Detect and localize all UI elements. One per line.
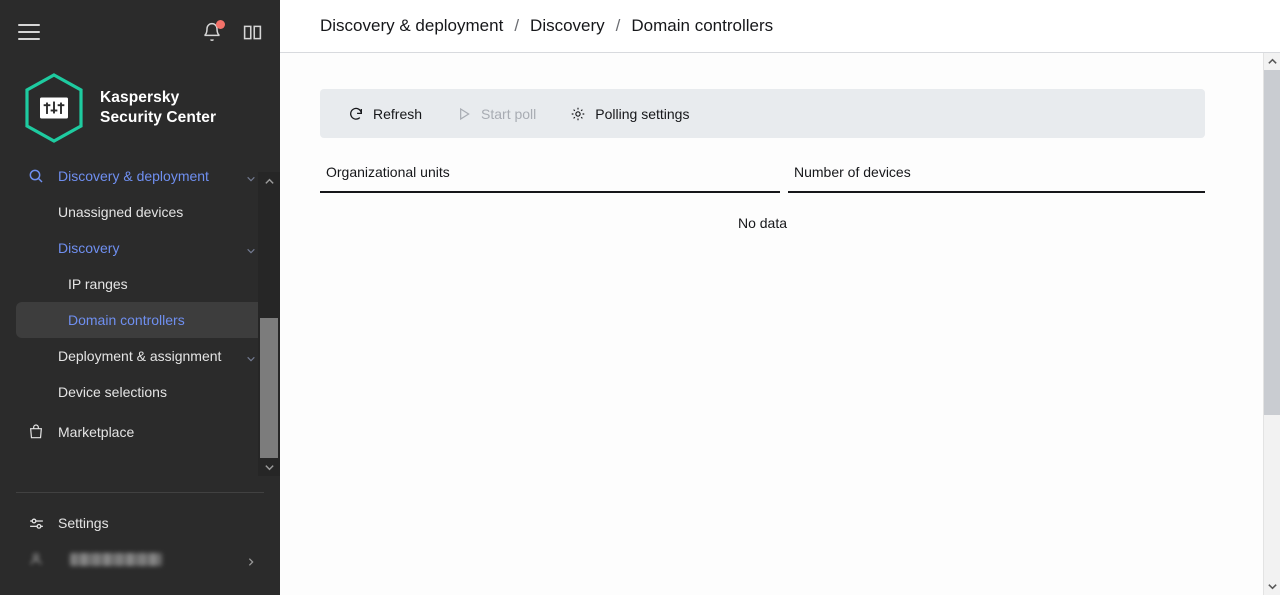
refresh-button[interactable]: Refresh: [338, 98, 432, 130]
start-poll-button: Start poll: [446, 98, 546, 130]
column-header-number-of-devices[interactable]: Number of devices: [788, 154, 1205, 193]
chevron-up-icon[interactable]: [1264, 53, 1280, 70]
chevron-down-icon: [246, 351, 256, 362]
product-name-line2: Security Center: [100, 109, 217, 126]
search-icon: [26, 168, 46, 184]
sidebar-item-device-selections[interactable]: Device selections: [16, 374, 264, 410]
notification-badge: [216, 20, 225, 29]
page-scrollbar[interactable]: [1263, 53, 1280, 595]
sidebar-scrollbar[interactable]: [258, 172, 280, 476]
breadcrumb-item-2: Domain controllers: [631, 16, 774, 35]
column-header-organizational-units[interactable]: Organizational units: [320, 154, 780, 193]
sidebar-item-ip-ranges[interactable]: IP ranges: [16, 266, 264, 302]
sidebar-item-label: Device selections: [58, 384, 167, 400]
action-toolbar: Refresh Start poll Polling settings: [320, 89, 1205, 138]
breadcrumb-separator: /: [615, 16, 621, 35]
chevron-right-icon: [246, 554, 256, 566]
product-name-line1: Kaspersky: [100, 89, 180, 107]
sidebar-nav: Discovery & deployment Unassigned device…: [0, 144, 280, 450]
product-name: Kaspersky Security Center: [100, 88, 216, 128]
chevron-down-icon[interactable]: [1264, 578, 1280, 595]
kaspersky-hexagon-icon: [22, 72, 86, 144]
sidebar-item-label: Domain controllers: [68, 312, 185, 328]
sidebar-item-settings[interactable]: Settings: [16, 505, 264, 541]
sidebar-scrollbar-thumb[interactable]: [260, 318, 278, 458]
sliders-icon: [26, 515, 46, 532]
sidebar-item-discovery[interactable]: Discovery: [16, 230, 264, 266]
sidebar-item-discovery-deployment[interactable]: Discovery & deployment: [16, 158, 264, 194]
page-body: Refresh Start poll Polling settings Orga…: [280, 53, 1263, 595]
sidebar-item-unassigned-devices[interactable]: Unassigned devices: [16, 194, 264, 230]
sidebar-footer: Settings: [0, 478, 280, 595]
table-empty-message: No data: [737, 215, 788, 231]
page-scrollbar-thumb[interactable]: [1264, 70, 1280, 415]
sidebar-item-label: Deployment & assignment: [58, 348, 222, 364]
user-avatar-icon: [26, 551, 46, 567]
domain-controllers-table: Organizational units Number of devices N…: [320, 154, 1205, 231]
polling-settings-button[interactable]: Polling settings: [560, 98, 699, 130]
sidebar-item-label: Settings: [58, 515, 109, 531]
app-root: Kaspersky Security Center Discovery & de…: [0, 0, 1280, 595]
breadcrumb-item-0[interactable]: Discovery & deployment: [320, 16, 503, 36]
table-header-row: Organizational units Number of devices: [320, 154, 1205, 193]
sidebar-item-label: IP ranges: [68, 276, 128, 292]
sidebar-item-label: Marketplace: [58, 424, 135, 440]
sidebar-divider: [16, 492, 264, 493]
breadcrumb-separator: /: [514, 16, 520, 35]
documentation-book-icon[interactable]: [240, 20, 264, 44]
main-content: Discovery & deployment / Discovery / Dom…: [280, 0, 1280, 595]
sidebar-header: [0, 0, 280, 64]
sidebar-item-marketplace[interactable]: Marketplace: [16, 414, 264, 450]
sidebar: Kaspersky Security Center Discovery & de…: [0, 0, 280, 595]
chevron-down-icon: [246, 243, 256, 254]
play-icon: [456, 106, 472, 122]
sidebar-item-deployment-assignment[interactable]: Deployment & assignment: [16, 338, 264, 374]
polling-settings-label: Polling settings: [595, 105, 690, 122]
username-redacted: [70, 552, 162, 566]
sidebar-user-account[interactable]: [16, 541, 264, 577]
chevron-up-icon[interactable]: [258, 172, 280, 190]
refresh-icon: [348, 106, 364, 122]
sidebar-item-domain-controllers[interactable]: Domain controllers: [16, 302, 264, 338]
sidebar-header-icons: [200, 0, 264, 64]
sidebar-item-label: Unassigned devices: [58, 204, 184, 220]
hamburger-icon[interactable]: [18, 24, 40, 40]
refresh-label: Refresh: [373, 105, 423, 122]
product-logo: Kaspersky Security Center: [0, 64, 280, 144]
chevron-down-icon[interactable]: [258, 458, 280, 476]
chevron-down-icon: [246, 171, 256, 182]
sidebar-item-label: Discovery: [58, 240, 120, 256]
start-poll-label: Start poll: [481, 105, 537, 122]
shopping-bag-icon: [26, 424, 46, 440]
breadcrumb-item-1[interactable]: Discovery: [530, 16, 605, 36]
breadcrumb-bar: Discovery & deployment / Discovery / Dom…: [280, 0, 1280, 53]
notifications-bell-icon[interactable]: [200, 20, 225, 44]
breadcrumb: Discovery & deployment / Discovery / Dom…: [320, 16, 773, 36]
sidebar-item-label: Discovery & deployment: [58, 168, 209, 184]
gear-icon: [570, 106, 586, 122]
